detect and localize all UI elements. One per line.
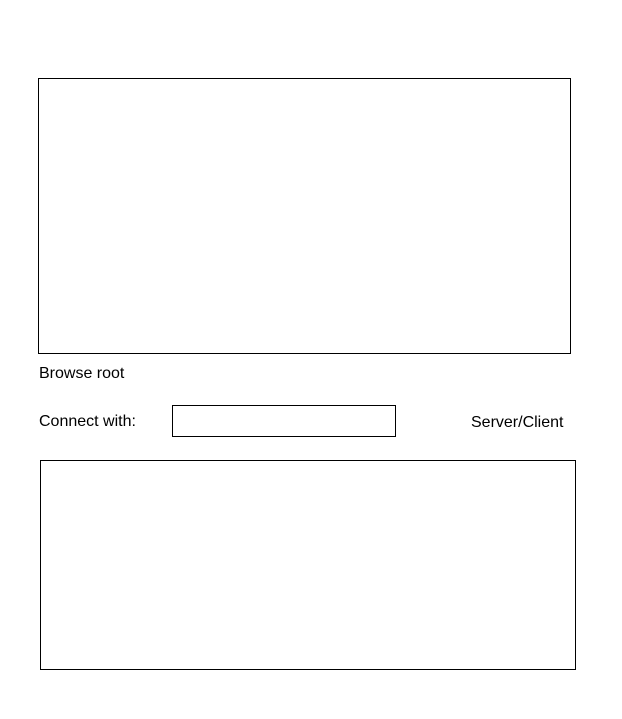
connect-with-label: Connect with:: [39, 413, 136, 430]
connect-with-input[interactable]: [172, 405, 396, 437]
server-client-label[interactable]: Server/Client: [471, 414, 563, 432]
output-panel[interactable]: [40, 460, 576, 670]
browse-tree-panel[interactable]: [38, 78, 571, 354]
browse-root-label[interactable]: Browse root: [39, 365, 124, 383]
